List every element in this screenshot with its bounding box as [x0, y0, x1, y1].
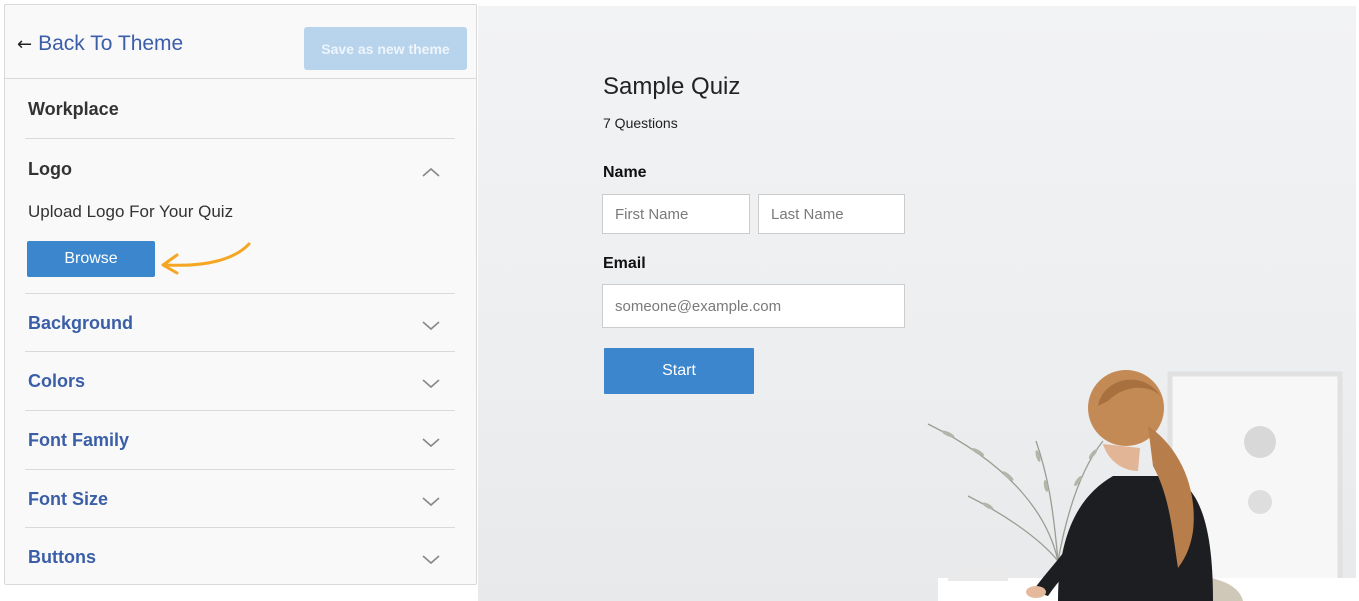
section-font-size-title: Font Size	[28, 489, 108, 509]
section-font-size[interactable]: Font Size	[25, 470, 455, 528]
logo-upload-description: Upload Logo For Your Quiz	[28, 202, 234, 221]
name-label: Name	[603, 164, 647, 181]
quiz-preview: Sample Quiz 7 Questions Name Email Start	[478, 6, 1356, 601]
section-workplace[interactable]: Workplace	[25, 79, 455, 139]
section-colors-title: Colors	[28, 371, 86, 391]
chevron-down-icon[interactable]	[421, 495, 441, 509]
chevron-up-icon[interactable]	[421, 166, 441, 180]
first-name-input[interactable]	[602, 194, 750, 234]
quiz-title: Sample Quiz	[603, 73, 741, 100]
annotation-arrow-icon	[161, 242, 251, 275]
section-buttons[interactable]: Buttons	[25, 528, 455, 584]
left-arrow-icon: ←	[17, 33, 33, 55]
section-font-family-title: Font Family	[28, 430, 130, 450]
back-to-theme-link[interactable]: ← Back To Theme	[17, 32, 183, 56]
save-as-new-theme-button[interactable]: Save as new theme	[304, 27, 467, 70]
theme-editor-panel: ← Back To Theme Save as new theme Workpl…	[4, 4, 477, 585]
email-label: Email	[603, 255, 646, 272]
section-workplace-title: Workplace	[28, 99, 119, 119]
email-input[interactable]	[602, 284, 905, 328]
section-font-family[interactable]: Font Family	[25, 411, 455, 470]
panel-header: ← Back To Theme Save as new theme	[5, 5, 476, 79]
section-logo-title[interactable]: Logo	[28, 159, 72, 180]
last-name-input[interactable]	[758, 194, 905, 234]
section-background-title: Background	[28, 313, 134, 333]
chevron-down-icon[interactable]	[421, 436, 441, 450]
question-count: 7 Questions	[603, 115, 678, 131]
start-button[interactable]: Start	[604, 348, 754, 394]
background-photo	[927, 370, 1356, 601]
section-colors[interactable]: Colors	[25, 352, 455, 411]
section-buttons-title: Buttons	[28, 547, 96, 567]
chevron-down-icon[interactable]	[421, 319, 441, 333]
chevron-down-icon[interactable]	[421, 553, 441, 567]
browse-button[interactable]: Browse	[27, 241, 155, 277]
back-to-theme-label: Back To Theme	[38, 32, 184, 55]
section-background[interactable]: Background	[25, 294, 455, 352]
chevron-down-icon[interactable]	[421, 377, 441, 391]
